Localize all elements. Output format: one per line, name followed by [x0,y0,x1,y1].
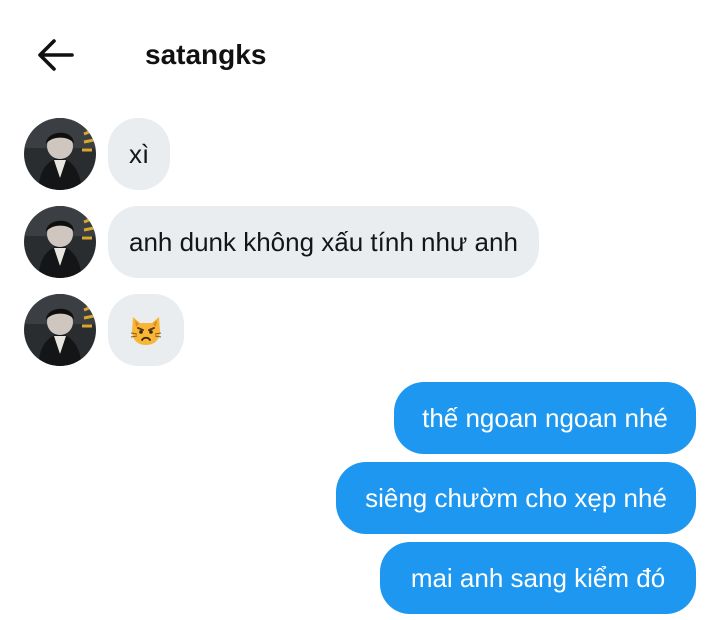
arrow-left-icon [38,39,74,71]
message-text: thế ngoan ngoan nhé [422,402,668,433]
back-button[interactable] [32,35,76,75]
message-text: xì [129,138,150,169]
avatar[interactable] [24,294,96,366]
message-text: siêng chườm cho xẹp nhé [365,482,667,513]
outgoing-message[interactable]: thế ngoan ngoan nhé [394,382,696,454]
chat-title[interactable]: satangks [145,36,266,74]
incoming-message[interactable]: anh dunk không xấu tính như anh [108,206,539,278]
message-text: mai anh sang kiểm đó [410,562,666,593]
outgoing-message[interactable]: mai anh sang kiểm đó [380,542,696,614]
chat-screen: satangks xì anh dunk không xấu tính như … [0,0,720,620]
avatar[interactable] [24,118,96,190]
chat-header: satangks [0,0,720,110]
pouting-cat-emoji [129,313,163,347]
incoming-message[interactable] [108,294,184,366]
incoming-message[interactable]: xì [108,118,171,190]
message-text: anh dunk không xấu tính như anh [129,226,518,257]
avatar[interactable] [24,206,96,278]
outgoing-message[interactable]: siêng chườm cho xẹp nhé [336,462,696,534]
